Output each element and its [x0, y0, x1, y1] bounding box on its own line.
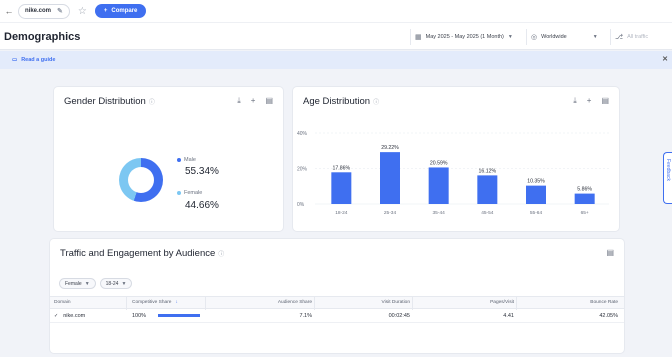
nike-logo-icon: ✓ — [54, 312, 59, 319]
gender-distribution-card: Gender Distribution ⓘ ⤓ + ▤ Male 55.34% … — [54, 87, 283, 231]
visit-duration-cell: 00:02:45 — [388, 312, 410, 319]
card-title: Gender Distribution ⓘ — [64, 96, 155, 107]
globe-icon: ◎ — [531, 34, 538, 41]
data-label: 17.86% — [333, 165, 351, 171]
data-label: 29.22% — [381, 145, 399, 151]
age-distribution-card: Age Distribution ⓘ ⤓ + ▤ 0% 20% 40% 17.86% 1… — [293, 87, 619, 231]
top-bar: ← nike.com ✎ ☆ + Compare — [0, 0, 672, 22]
edit-icon[interactable]: ✎ — [57, 7, 63, 15]
age-bar — [380, 152, 400, 204]
male-legend: Male — [177, 157, 196, 163]
male-dot — [177, 158, 181, 162]
female-dot — [177, 191, 181, 195]
date-range-filter[interactable]: ▦ May 2025 - May 2025 (1 Month) ▼ — [410, 29, 522, 45]
pages-visit-cell: 4.41 — [503, 312, 514, 319]
age-bar-chart: 0% 20% 40% 17.86% 18-24 29.22% 25-34 20.59% 35-4… — [297, 131, 609, 216]
add-icon[interactable]: + — [251, 96, 256, 106]
age-bar — [428, 167, 449, 204]
col-competitive-share[interactable]: Competitive Share ↓ — [132, 297, 178, 308]
audience-share-cell: 7.1% — [299, 312, 312, 319]
gender-filter-pill[interactable]: Female ▼ — [59, 278, 96, 289]
female-legend: Female — [177, 190, 202, 196]
gender-donut-chart — [119, 158, 163, 202]
chevron-down-icon: ▼ — [507, 34, 513, 40]
page-header: Demographics ▦ May 2025 - May 2025 (1 Mo… — [0, 22, 672, 50]
read-guide-link[interactable]: Read a guide — [21, 57, 55, 63]
col-audience-share[interactable]: Audience Share — [278, 297, 312, 308]
table-header: Domain Competitive Share ↓ Audience Shar… — [50, 296, 624, 310]
guide-bar: ▭ Read a guide ✕ — [0, 51, 672, 69]
domain-cell[interactable]: ✓ nike.com — [54, 309, 85, 322]
card-title: Traffic and Engagement by Audience ⓘ — [60, 248, 225, 259]
x-tick-label: 25-34 — [384, 210, 397, 216]
col-domain[interactable]: Domain — [54, 297, 71, 308]
x-tick-label: 35-44 — [433, 210, 446, 216]
info-icon[interactable]: ⓘ — [149, 97, 155, 106]
data-label: 5.86% — [577, 187, 592, 193]
sort-desc-icon: ↓ — [175, 300, 178, 305]
bounce-rate-cell: 42.05% — [599, 312, 618, 319]
x-tick-label: 65+ — [581, 210, 589, 216]
data-label: 10.35% — [527, 179, 545, 185]
female-value: 44.66% — [185, 200, 219, 211]
y-tick-label: 40% — [297, 131, 308, 137]
download-icon[interactable]: ⤓ — [237, 96, 241, 106]
x-tick-label: 18-24 — [335, 210, 348, 216]
info-icon[interactable]: ⓘ — [218, 249, 224, 258]
calendar-icon: ▦ — [415, 34, 422, 41]
region-label: Worldwide — [541, 34, 567, 40]
compare-button[interactable]: + Compare — [94, 4, 147, 18]
domain-chip[interactable]: nike.com ✎ — [18, 3, 70, 19]
x-tick-label: 55-64 — [530, 210, 543, 216]
col-bounce-rate[interactable]: Bounce Rate — [590, 297, 618, 308]
star-icon[interactable]: ☆ — [78, 6, 87, 17]
audience-filters: Female ▼ 18-24 ▼ — [59, 278, 133, 289]
traffic-filter-label: All traffic — [627, 34, 649, 40]
traffic-icon: ⎇ — [615, 34, 624, 41]
y-tick-label: 0% — [297, 202, 305, 208]
age-bar — [526, 185, 546, 204]
data-label: 16.12% — [479, 168, 497, 174]
x-tick-label: 45-54 — [481, 210, 494, 216]
card-tools: ⤓ + ▤ — [237, 96, 273, 106]
page-title: Demographics — [4, 31, 81, 43]
excel-icon[interactable]: ▤ — [265, 96, 273, 106]
male-value: 55.34% — [185, 166, 219, 177]
plus-icon: + — [103, 8, 108, 14]
feedback-tab[interactable]: Feedback — [663, 152, 672, 204]
excel-icon[interactable]: ▤ — [606, 248, 614, 257]
region-filter[interactable]: ◎ Worldwide ▼ — [526, 29, 606, 45]
col-pages-visit[interactable]: Pages/Visit — [490, 297, 514, 308]
close-icon[interactable]: ✕ — [662, 55, 668, 63]
age-bar — [574, 193, 595, 204]
traffic-engagement-card: Traffic and Engagement by Audience ⓘ ▤ F… — [50, 239, 624, 353]
data-label: 20.59% — [430, 160, 448, 166]
y-tick-label: 20% — [297, 167, 308, 173]
compare-label: Compare — [111, 8, 138, 14]
chevron-down-icon: ▼ — [121, 280, 127, 287]
competitive-share-cell: 100% — [132, 309, 201, 322]
traffic-filter[interactable]: ⎇ All traffic — [610, 29, 672, 45]
chevron-down-icon: ▼ — [84, 280, 90, 287]
age-bar — [477, 175, 498, 204]
back-arrow-icon[interactable]: ← — [4, 6, 14, 16]
age-bar — [331, 172, 352, 204]
table-row[interactable]: ✓ nike.com 100% 7.1% 00:02:45 4.41 42.05… — [50, 309, 624, 323]
competitive-share-bar — [158, 314, 201, 317]
competitive-share-fill — [158, 314, 201, 317]
card-tools: ▤ — [606, 248, 614, 257]
chevron-down-icon: ▼ — [592, 34, 598, 40]
domain-label: nike.com — [25, 8, 52, 14]
date-range-label: May 2025 - May 2025 (1 Month) — [425, 34, 504, 40]
age-filter-pill[interactable]: 18-24 ▼ — [99, 278, 133, 289]
col-visit-duration[interactable]: Visit Duration — [382, 297, 410, 308]
book-icon: ▭ — [12, 57, 18, 63]
